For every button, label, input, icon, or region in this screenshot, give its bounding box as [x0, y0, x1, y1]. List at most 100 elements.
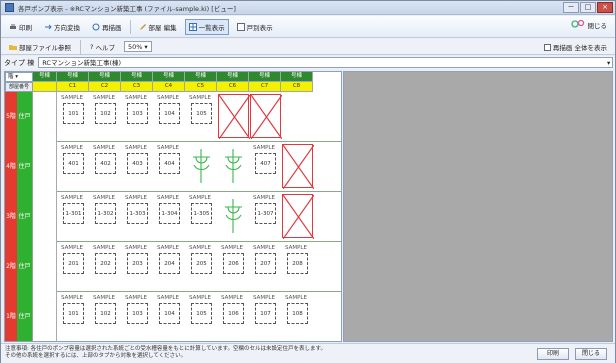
print-button[interactable]: 印刷 — [537, 348, 569, 360]
room-cell[interactable]: SAMPLE 1-303 — [122, 194, 153, 238]
room-file-button[interactable]: 部屋ファイル参照 — [5, 39, 75, 55]
column-subheader: C2 — [89, 82, 121, 92]
unit-view-button[interactable]: 戸別表示 — [233, 19, 277, 35]
close-view-button[interactable]: 閉じる — [570, 19, 607, 31]
cross-icon — [251, 95, 282, 139]
column-header: 号棟 — [57, 72, 89, 82]
room-cell[interactable]: SAMPLE 105 — [186, 94, 217, 138]
empty-room-cell[interactable] — [282, 144, 314, 189]
column-subheader: C7 — [249, 82, 281, 92]
floor-type[interactable]: 住戸 — [17, 92, 33, 142]
room-cell[interactable]: SAMPLE 202 — [90, 244, 121, 288]
sample-label: SAMPLE — [61, 145, 83, 151]
floor-label[interactable]: 4階 — [5, 142, 17, 192]
room-number: 1-307 — [255, 203, 276, 224]
room-cell[interactable]: SAMPLE 207 — [250, 244, 281, 288]
sample-label: SAMPLE — [93, 195, 115, 201]
room-cell[interactable]: SAMPLE 101 — [58, 94, 89, 138]
room-number: 407 — [255, 153, 276, 174]
redraw-button[interactable]: 再描画 — [88, 19, 126, 35]
floor-label[interactable]: 5階 — [5, 92, 17, 142]
floor-type[interactable]: 住戸 — [17, 192, 33, 242]
cross-icon — [219, 95, 250, 139]
empty-room-cell[interactable] — [250, 94, 282, 139]
room-cell[interactable]: SAMPLE 1-301 — [58, 194, 89, 238]
empty-room-cell[interactable] — [282, 194, 314, 239]
room-number: 104 — [159, 303, 180, 324]
close-button[interactable]: 閉じる — [575, 348, 607, 360]
sample-label: SAMPLE — [61, 245, 83, 251]
room-cell[interactable]: SAMPLE 208 — [282, 244, 313, 288]
room-cell[interactable]: SAMPLE 206 — [218, 244, 249, 288]
empty-room-cell[interactable] — [218, 94, 250, 139]
room-cell[interactable]: SAMPLE 403 — [122, 144, 153, 188]
room-number: 403 — [127, 153, 148, 174]
room-edit-button[interactable]: 部屋 編集 — [135, 19, 181, 35]
floor-type[interactable]: 住戸 — [17, 292, 33, 341]
room-cell[interactable]: SAMPLE 402 — [90, 144, 121, 188]
room-cell[interactable]: SAMPLE 203 — [122, 244, 153, 288]
list-view-button[interactable]: 一覧表示 — [184, 18, 229, 35]
floor-label[interactable]: 2階 — [5, 242, 17, 292]
room-cell[interactable]: SAMPLE 1-307 — [250, 194, 281, 238]
floor-label[interactable]: 1階 — [5, 292, 17, 341]
room-cell[interactable]: SAMPLE 205 — [186, 244, 217, 288]
room-cell[interactable]: SAMPLE 107 — [250, 294, 281, 338]
room-cell[interactable]: SAMPLE 103 — [122, 94, 153, 138]
sample-label: SAMPLE — [157, 195, 179, 201]
room-cell[interactable]: SAMPLE 102 — [90, 94, 121, 138]
room-cell[interactable]: SAMPLE 102 — [90, 294, 121, 338]
print-button[interactable]: 印刷 — [5, 19, 36, 35]
room-number: 108 — [287, 303, 308, 324]
minimize-button[interactable]: － — [563, 2, 579, 13]
room-cell[interactable]: SAMPLE 201 — [58, 244, 89, 288]
pump-room-cell[interactable] — [218, 194, 249, 238]
room-cell[interactable]: SAMPLE 104 — [154, 294, 185, 338]
sample-label: SAMPLE — [125, 145, 147, 151]
room-cell[interactable]: SAMPLE 1-304 — [154, 194, 185, 238]
room-cell[interactable]: SAMPLE 101 — [58, 294, 89, 338]
zoom-select[interactable]: 50% ▾ — [123, 41, 152, 52]
room-cell[interactable]: SAMPLE 404 — [154, 144, 185, 188]
sample-label: SAMPLE — [253, 145, 275, 151]
pump-icon — [225, 199, 242, 233]
direction-button[interactable]: 方向変換 — [40, 19, 84, 35]
checkbox-icon — [543, 43, 551, 51]
floor-type[interactable]: 住戸 — [17, 142, 33, 192]
room-grid: 階 ▾ 部屋番号 号棟 号棟 号棟 号棟 号棟 号棟 号棟 号棟 号棟 C1 C… — [4, 71, 342, 342]
room-cell[interactable]: SAMPLE 401 — [58, 144, 89, 188]
type-label: タイプ 棟 — [4, 58, 35, 67]
pump-icon — [193, 149, 210, 183]
type-row: タイプ 棟 RCマンション新築工事(棟) ▾ — [1, 56, 615, 69]
room-cell[interactable]: SAMPLE 105 — [186, 294, 217, 338]
room-cell[interactable]: SAMPLE 106 — [218, 294, 249, 338]
room-cell[interactable]: SAMPLE 1-302 — [90, 194, 121, 238]
floor-row: 5階 住戸 SAMPLE 101 SAMPLE 102 SAMPLE 103 SAMPLE 104… — [5, 92, 341, 142]
floor-dimension-column — [33, 192, 57, 242]
floor-label[interactable]: 3階 — [5, 192, 17, 242]
room-number: 1-303 — [127, 203, 148, 224]
sample-label: SAMPLE — [93, 295, 115, 301]
room-number: 101 — [63, 103, 84, 124]
room-cell[interactable]: SAMPLE 407 — [250, 144, 281, 188]
room-cell[interactable]: SAMPLE 204 — [154, 244, 185, 288]
room-number: 1-301 — [63, 203, 84, 224]
column-subheader: C3 — [121, 82, 153, 92]
room-number: 105 — [191, 103, 212, 124]
room-cell[interactable]: SAMPLE 108 — [282, 294, 313, 338]
room-number: 105 — [191, 303, 212, 324]
type-select[interactable]: RCマンション新築工事(棟) ▾ — [38, 57, 614, 68]
help-button[interactable]: ? ヘルプ — [86, 39, 119, 55]
close-button[interactable]: × — [597, 2, 613, 13]
room-cell[interactable]: SAMPLE 103 — [122, 294, 153, 338]
floor-type[interactable]: 住戸 — [17, 242, 33, 292]
pump-room-cell[interactable] — [218, 144, 249, 188]
room-cell[interactable]: SAMPLE 104 — [154, 94, 185, 138]
floor-select[interactable]: 階 ▾ — [5, 72, 33, 82]
floor-dimension-column — [33, 242, 57, 292]
main-toolbar: 印刷 方向変換 再描画 部屋 編集 一覧表示 戸別表示 閉じる — [1, 16, 615, 38]
fit-all-checkbox[interactable]: 再描画 全体を表示 — [543, 42, 607, 52]
room-cell[interactable]: SAMPLE 1-305 — [186, 194, 217, 238]
maximize-button[interactable]: □ — [580, 2, 596, 13]
pump-room-cell[interactable] — [186, 144, 217, 188]
